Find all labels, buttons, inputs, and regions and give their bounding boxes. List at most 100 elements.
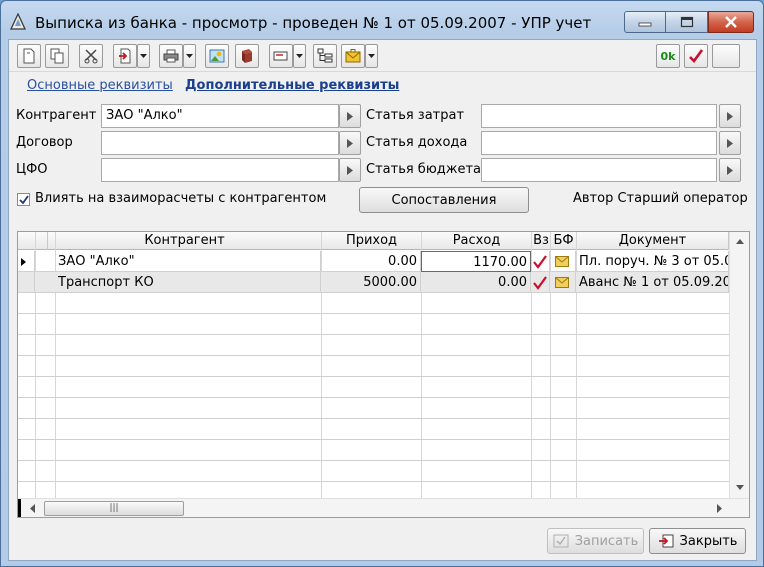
cfo-select-button[interactable] [339, 158, 361, 182]
post-button[interactable] [684, 44, 708, 68]
contract-field[interactable] [101, 131, 339, 155]
cell-income[interactable]: 5000.00 [321, 272, 421, 293]
contract-select-button[interactable] [339, 131, 361, 155]
author-label: Автор [573, 191, 614, 206]
header-income[interactable]: Приход [322, 232, 422, 250]
cell-income[interactable]: 0.00 [321, 251, 421, 272]
author-value: Старший оператор [617, 191, 748, 206]
movements-dropdown[interactable] [293, 44, 306, 68]
match-button[interactable]: Сопоставления [359, 187, 529, 213]
select-arrow-icon [347, 165, 353, 175]
checkmark-icon [533, 255, 547, 269]
header-document[interactable]: Документ [577, 232, 729, 250]
budget-item-select-button[interactable] [719, 158, 741, 182]
unpost-button[interactable] [712, 44, 740, 68]
header-counterparty[interactable]: Контрагент [48, 232, 322, 250]
tab-basic-details[interactable]: Основные реквизиты [27, 78, 173, 93]
new-document-button[interactable] [17, 44, 41, 68]
cell-settlements[interactable] [531, 251, 550, 272]
close-window-button[interactable] [708, 11, 754, 33]
copy-button[interactable] [45, 44, 69, 68]
empty-row [18, 293, 729, 314]
ok-icon: 0k [660, 49, 676, 63]
select-arrow-icon [727, 111, 733, 121]
cell-bf[interactable] [550, 251, 576, 272]
cost-item-label: Статья затрат [366, 108, 465, 123]
envelope-icon [555, 256, 569, 267]
enter-on-basis-dropdown[interactable] [137, 44, 150, 68]
new-document-icon [23, 48, 35, 64]
hierarchy-button[interactable] [313, 44, 337, 68]
cell-counterparty[interactable]: Транспорт КО [55, 272, 321, 293]
counterparty-select-button[interactable] [339, 104, 361, 128]
delete-button[interactable] [79, 44, 103, 68]
entries-table: Контрагент Приход Расход Вз БФ Документ … [17, 231, 750, 518]
book-button[interactable] [235, 44, 259, 68]
empty-row [18, 419, 729, 440]
budget-item-field[interactable] [481, 158, 717, 182]
row-pointer-icon [21, 258, 26, 266]
cell-counterparty[interactable]: ЗАО "Алко" [55, 251, 321, 272]
structure-button[interactable] [205, 44, 229, 68]
select-arrow-icon [727, 138, 733, 148]
cost-item-select-button[interactable] [719, 104, 741, 128]
counterparty-field[interactable]: ЗАО "Алко" [101, 104, 339, 128]
header-settlements[interactable]: Вз [532, 232, 551, 250]
picture-icon [209, 49, 225, 63]
title-bar[interactable]: Выписка из банка - просмотр - проведен №… [1, 1, 763, 39]
horizontal-scroll-thumb[interactable]: ||| [44, 501, 184, 516]
save-button-label: Записать [574, 533, 639, 549]
ok-button[interactable]: 0k [656, 44, 680, 68]
hierarchy-icon [317, 48, 333, 63]
scroll-down-icon[interactable] [730, 480, 750, 494]
budget-item-label: Статья бюджета [366, 162, 482, 177]
tab-extra-details[interactable]: Дополнительные реквизиты [185, 78, 399, 93]
table-header: Контрагент Приход Расход Вз БФ Документ [18, 232, 729, 250]
vertical-scrollbar[interactable] [729, 232, 749, 498]
scroll-left-icon[interactable] [26, 499, 40, 518]
cost-item-field[interactable] [481, 104, 717, 128]
contract-label: Договор [16, 135, 73, 150]
cell-bf[interactable] [550, 272, 576, 293]
cfo-field[interactable] [101, 158, 339, 182]
briefcase-icon [345, 49, 361, 63]
empty-row [18, 398, 729, 419]
mail-dropdown[interactable] [365, 44, 378, 68]
copy-icon [50, 48, 64, 64]
empty-row [18, 440, 729, 461]
print-dropdown[interactable] [183, 44, 196, 68]
save-button[interactable]: Записать [547, 528, 644, 554]
header-bf[interactable]: БФ [551, 232, 577, 250]
print-button[interactable] [159, 44, 183, 68]
chevron-down-icon [140, 53, 147, 58]
affect-settlements-checkbox[interactable] [17, 193, 30, 206]
close-icon [725, 16, 737, 28]
row-marker [18, 272, 35, 293]
movements-button[interactable] [269, 44, 293, 68]
minimize-button[interactable] [624, 11, 666, 33]
scroll-up-icon[interactable] [730, 235, 750, 249]
table-row[interactable]: Транспорт КО 5000.00 0.00 Аванс № 1 от 0… [18, 272, 729, 293]
scroll-right-icon[interactable] [712, 499, 726, 518]
book-icon [242, 49, 252, 63]
cell-settlements[interactable] [531, 272, 550, 293]
affect-settlements-label: Влиять на взаиморасчеты с контрагентом [35, 191, 327, 206]
enter-on-basis-button[interactable] [113, 44, 137, 68]
table-row[interactable]: ЗАО "Алко" 0.00 1170.00 Пл. поруч. № 3 о… [18, 251, 729, 272]
chevron-down-icon [186, 53, 193, 58]
row-focus-bar [18, 499, 21, 517]
select-arrow-icon [727, 165, 733, 175]
card-icon [273, 51, 288, 61]
close-button[interactable]: Закрыть [649, 528, 746, 554]
income-item-select-button[interactable] [719, 131, 741, 155]
cell-expense[interactable]: 1170.00 [421, 251, 531, 272]
horizontal-scrollbar[interactable]: ||| [18, 498, 749, 517]
cell-expense[interactable]: 0.00 [421, 272, 531, 293]
header-expense[interactable]: Расход [422, 232, 532, 250]
cell-document[interactable]: Пл. поруч. № 3 от 05.09.2007 [576, 251, 729, 272]
income-item-field[interactable] [481, 131, 717, 155]
empty-row [18, 377, 729, 398]
maximize-button[interactable] [666, 11, 708, 33]
mail-button[interactable] [341, 44, 365, 68]
cell-document[interactable]: Аванс № 1 от 05.09.2007 [576, 272, 729, 293]
